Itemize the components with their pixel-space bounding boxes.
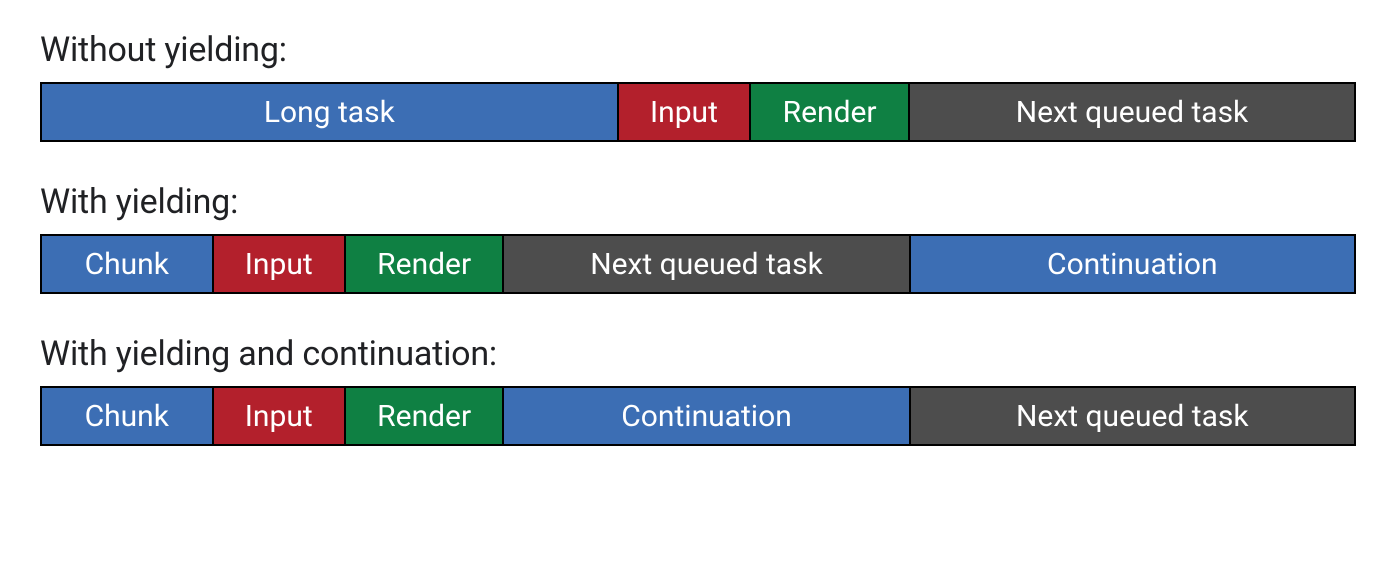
- segment-next-queued-task: Next queued task: [504, 234, 910, 294]
- bar-row-with-yielding: Chunk Input Render Next queued task Cont…: [40, 234, 1356, 294]
- bar-row-with-yielding-and-continuation: Chunk Input Render Continuation Next que…: [40, 386, 1356, 446]
- section-title: With yielding and continuation:: [40, 334, 1356, 374]
- segment-input: Input: [619, 82, 752, 142]
- section-with-yielding: With yielding: Chunk Input Render Next q…: [40, 182, 1356, 294]
- segment-long-task: Long task: [40, 82, 619, 142]
- segment-continuation: Continuation: [504, 386, 910, 446]
- segment-render: Render: [346, 234, 504, 294]
- segment-chunk: Chunk: [40, 386, 214, 446]
- segment-render: Render: [751, 82, 910, 142]
- section-with-yielding-and-continuation: With yielding and continuation: Chunk In…: [40, 334, 1356, 446]
- section-without-yielding: Without yielding: Long task Input Render…: [40, 30, 1356, 142]
- section-title: With yielding:: [40, 182, 1356, 222]
- bar-row-without-yielding: Long task Input Render Next queued task: [40, 82, 1356, 142]
- segment-input: Input: [214, 386, 346, 446]
- segment-chunk: Chunk: [40, 234, 214, 294]
- section-title: Without yielding:: [40, 30, 1356, 70]
- segment-render: Render: [346, 386, 504, 446]
- segment-continuation: Continuation: [911, 234, 1356, 294]
- segment-next-queued-task: Next queued task: [911, 386, 1356, 446]
- segment-input: Input: [214, 234, 346, 294]
- segment-next-queued-task: Next queued task: [910, 82, 1356, 142]
